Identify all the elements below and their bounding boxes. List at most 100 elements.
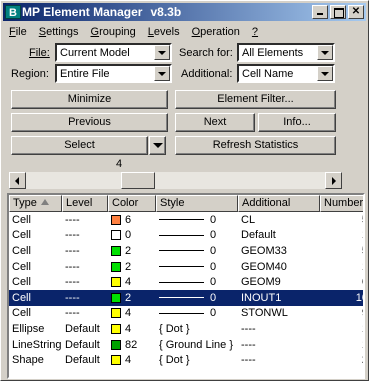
cell-number: 9 [320,307,363,319]
additional-dropdown[interactable]: Cell Name [237,64,335,83]
cell-number: 5 [320,214,363,226]
element-list[interactable]: Type Level Color Style Additional Number… [7,193,365,379]
cell-level: ---- [65,276,80,289]
column-header-type[interactable]: Type [9,195,62,212]
line-style-icon [159,266,204,268]
file-dropdown[interactable]: Current Model [55,43,172,62]
select-options-chevron-icon[interactable] [149,136,166,155]
cell-color: 2 [108,292,156,304]
cell-type: Cell [12,260,31,273]
menu-item-2[interactable]: Grouping [85,26,142,38]
column-header-style[interactable]: Style [156,195,238,212]
cell-level: Default [65,322,100,335]
column-header-color[interactable]: Color [108,195,156,212]
table-row[interactable]: Cell----00Default1 [9,228,363,244]
cell-type: Cell [12,229,31,242]
color-swatch [111,308,121,319]
slider-thumb[interactable] [121,172,155,189]
cell-additional: INOUT1 [241,291,282,304]
region-label: Region: [11,68,49,80]
cell-additional: GEOM9 [241,276,281,289]
previous-button[interactable]: Previous [11,113,168,132]
color-swatch [111,230,121,241]
cell-color: 4 [108,307,156,319]
cell-style: 0 [156,261,238,273]
scroll-left-icon[interactable] [9,172,26,189]
chevron-down-icon[interactable] [317,66,333,81]
close-window-button[interactable]: ✕ [348,5,364,19]
minimize-window-button[interactable] [312,5,328,19]
info-button[interactable]: Info... [258,113,336,132]
table-row[interactable]: Cell ---- 60CL 5 [9,212,363,228]
region-dropdown[interactable]: Entire File [55,64,172,83]
maximize-window-button[interactable] [330,5,346,19]
chevron-down-icon[interactable] [317,45,333,60]
cell-color: 2 [108,261,156,273]
refresh-statistics-button[interactable]: Refresh Statistics [175,136,336,155]
cell-type: Cell [12,244,31,257]
chevron-down-icon[interactable] [154,45,170,60]
menu-item-4[interactable]: Operation [186,26,246,38]
list-rows: Cell----60CL5Cell----00Default1Cell----2… [9,212,363,368]
cell-type: Cell [12,291,31,304]
cell-number: 1 [320,339,363,351]
cell-additional: CL [241,213,256,226]
cell-level: ---- [65,260,80,273]
file-label: File: [29,47,50,59]
select-button[interactable]: Select [11,136,148,155]
color-swatch [111,323,121,334]
cell-level: ---- [65,229,80,242]
search-for-dropdown[interactable]: All Elements [237,43,335,62]
cell-type: Cell [12,307,31,320]
cell-level: ---- [65,307,80,320]
cell-color: 0 [108,229,156,241]
cell-additional: GEOM40 [241,260,287,273]
search-for-dropdown-value: All Elements [242,47,304,59]
cell-type: Cell [12,213,31,226]
table-row[interactable]: LineStringDefault 82{ Ground Line } ---- 1 [9,337,363,353]
table-row[interactable]: Cell ---- 40GEOM9 6 [9,274,363,290]
table-row[interactable]: Cell ---- 20INOUT1 10 [9,289,363,306]
color-swatch [111,355,121,366]
color-swatch [111,292,121,303]
cell-additional: ---- [241,322,256,335]
cell-additional: ---- [241,354,256,367]
cell-level: ---- [65,213,80,226]
cell-style: { Dot } [159,322,190,335]
menu-item-5[interactable]: ? [246,26,264,38]
title-bar[interactable]: B MP Element Manager v8.3b ✕ [3,3,366,21]
column-header-number[interactable]: Number [320,195,363,212]
app-window: B MP Element Manager v8.3b ✕ File Setting… [0,0,369,381]
line-style-icon [159,281,204,283]
menu-item-0[interactable]: File [3,26,33,38]
chevron-down-icon[interactable] [154,66,170,81]
cell-type: Ellipse [12,322,45,335]
next-button[interactable]: Next [175,113,255,132]
cell-type: LineString [12,338,62,351]
table-row[interactable]: Cell ---- 20GEOM40 1 [9,259,363,275]
column-header-additional[interactable]: Additional [238,195,320,212]
table-row[interactable]: Cell ---- 20GEOM33 5 [9,243,363,259]
cell-number: 10 [355,291,363,304]
cell-style: 0 [156,245,238,257]
cell-style: { Ground Line } [159,338,234,351]
sort-ascending-icon [40,199,49,205]
table-row[interactable]: Ellipse Default 4{ Dot } ---- 1 [9,321,363,337]
cell-additional: GEOM33 [241,244,287,257]
cell-number: 1 [320,261,363,273]
slider-value: 4 [116,158,123,170]
element-filter-button[interactable]: Element Filter... [175,90,336,109]
menu-item-1[interactable]: Settings [33,26,85,38]
scroll-right-icon[interactable] [325,172,342,189]
menu-item-3[interactable]: Levels [142,26,186,38]
file-dropdown-value: Current Model [60,47,130,59]
cell-color: 4 [108,276,156,288]
horizontal-slider[interactable] [9,172,342,189]
table-row[interactable]: Cell ---- 40STONWL 9 [9,306,363,322]
minimize-button[interactable]: Minimize [11,90,168,109]
table-row[interactable]: Shape Default 4{ Dot } ---- 2 [9,352,363,368]
column-header-level[interactable]: Level [62,195,108,212]
window-title: MP Element Manager [22,5,143,19]
cell-style: 0 [156,229,238,241]
cell-number: 1 [320,229,363,241]
